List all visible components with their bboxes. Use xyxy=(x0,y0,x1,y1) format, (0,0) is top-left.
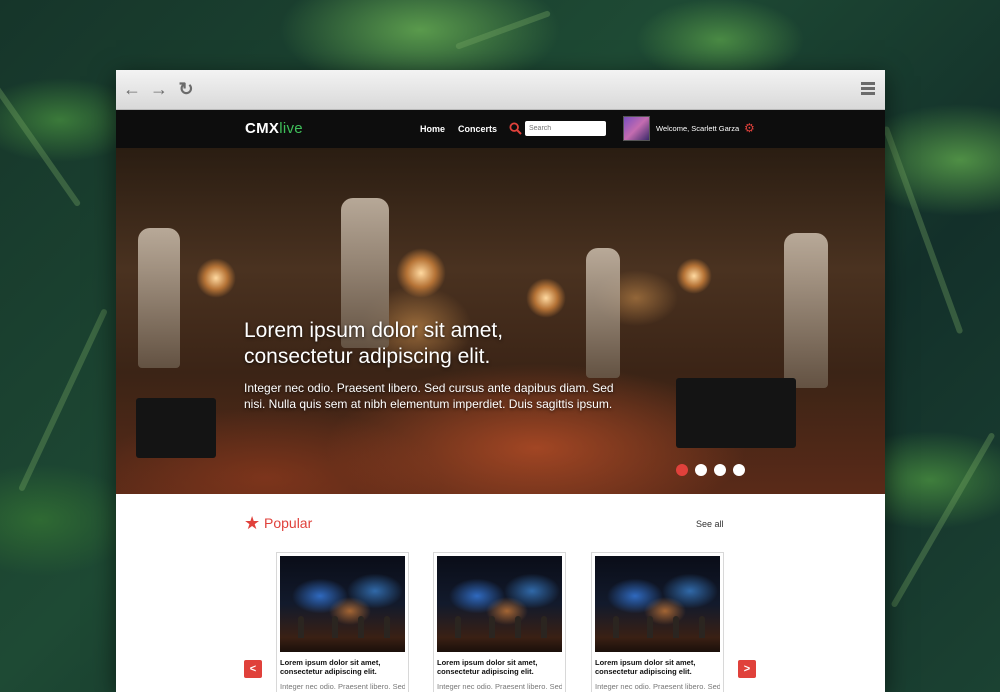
search-input[interactable] xyxy=(525,121,606,136)
carousel-dots xyxy=(676,463,752,481)
gear-icon[interactable]: ⚙ xyxy=(744,122,755,134)
carousel-dot-2[interactable] xyxy=(695,464,707,476)
performer-figure xyxy=(138,228,180,368)
welcome-text: Welcome, Scarlett Garza xyxy=(656,124,740,133)
nav-home[interactable]: Home xyxy=(420,124,445,134)
logo-prefix: CMX xyxy=(245,120,280,137)
hero-text: Integer nec odio. Praesent libero. Sed c… xyxy=(244,381,614,411)
concert-thumbnail xyxy=(280,556,405,652)
stage-light xyxy=(396,248,446,298)
card-text: Integer nec odio. Praesent libero. Sed xyxy=(280,682,405,691)
concert-card[interactable]: Lorem ipsum dolor sit amet, consectetur … xyxy=(433,552,566,692)
stage-light xyxy=(196,258,236,298)
carousel-dot-4[interactable] xyxy=(733,464,745,476)
carousel-prev-button[interactable]: < xyxy=(244,660,262,678)
concert-card[interactable]: Lorem ipsum dolor sit amet, consectetur … xyxy=(591,552,724,692)
card-title: Lorem ipsum dolor sit amet, consectetur … xyxy=(280,658,381,676)
browser-toolbar: ← → ↻ xyxy=(116,70,885,110)
carousel-dot-3[interactable] xyxy=(714,464,726,476)
site-logo[interactable]: CMXlive xyxy=(245,120,303,137)
avatar[interactable] xyxy=(623,116,650,141)
concert-thumbnail xyxy=(595,556,720,652)
stage-light xyxy=(526,278,566,318)
concert-thumbnail xyxy=(437,556,562,652)
stage-speaker xyxy=(676,378,796,448)
see-all-link[interactable]: See all xyxy=(696,519,724,529)
hero-title: Lorem ipsum dolor sit amet, consectetur … xyxy=(244,318,624,370)
stage-speaker xyxy=(136,398,216,458)
arrow-right-icon[interactable]: → xyxy=(149,79,169,99)
hero-title-line2: consectetur adipiscing elit. xyxy=(244,345,491,368)
site-header: CMXlive Home Concerts Welcome, Scarlett … xyxy=(116,110,885,148)
logo-suffix: live xyxy=(279,120,303,137)
fern-leaf xyxy=(18,308,108,492)
fern-leaf xyxy=(454,10,552,50)
card-title: Lorem ipsum dolor sit amet, consectetur … xyxy=(437,658,538,676)
search-icon[interactable] xyxy=(509,122,522,135)
hamburger-menu-icon[interactable] xyxy=(861,82,875,97)
fern-leaf xyxy=(882,125,964,335)
arrow-left-icon[interactable]: ← xyxy=(122,79,142,99)
hero-title-line1: Lorem ipsum dolor sit amet, xyxy=(244,319,504,342)
concert-card[interactable]: Lorem ipsum dolor sit amet, consectetur … xyxy=(276,552,409,692)
card-text: Integer nec odio. Praesent libero. Sed xyxy=(595,682,720,691)
star-icon: ★ xyxy=(244,513,261,533)
reload-icon[interactable]: ↻ xyxy=(176,79,196,99)
card-text: Integer nec odio. Praesent libero. Sed xyxy=(437,682,562,691)
carousel-dot-1[interactable] xyxy=(676,464,688,476)
fern-leaf xyxy=(890,431,996,609)
hero-banner: Lorem ipsum dolor sit amet, consectetur … xyxy=(116,148,885,494)
performer-figure xyxy=(784,233,828,388)
fern-leaf xyxy=(0,72,82,208)
browser-window: ← → ↻ CMXlive Home Concerts Welcome, Sca… xyxy=(116,70,885,692)
stage-light xyxy=(676,258,712,294)
nav-concerts[interactable]: Concerts xyxy=(458,124,497,134)
section-title: Popular xyxy=(264,515,313,531)
card-title: Lorem ipsum dolor sit amet, consectetur … xyxy=(595,658,696,676)
carousel-next-button[interactable]: > xyxy=(738,660,756,678)
